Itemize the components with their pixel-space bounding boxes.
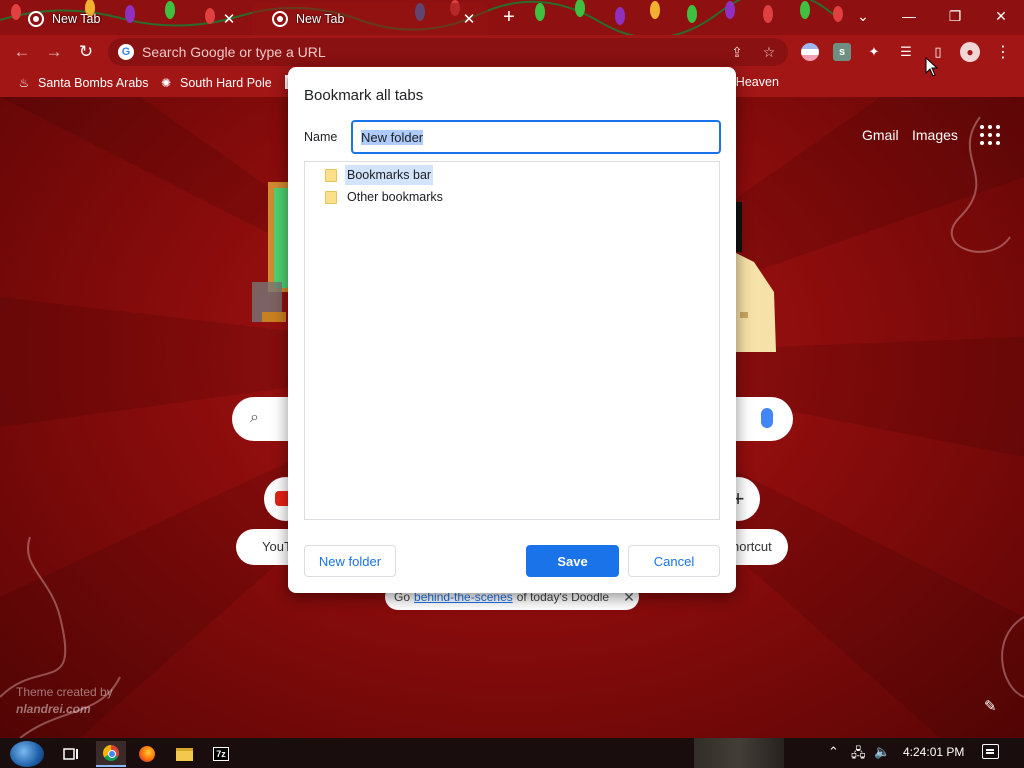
new-folder-button[interactable]: New folder (304, 545, 396, 577)
taskbar-firefox-icon[interactable] (132, 741, 162, 767)
taskbar-thumbnail-preview (694, 738, 784, 768)
taskbar-7zip-icon[interactable]: 7z (206, 741, 236, 767)
folder-icon (325, 190, 337, 204)
folder-label: Other bookmarks (347, 190, 443, 204)
folder-item-other-bookmarks[interactable]: Other bookmarks (325, 186, 445, 208)
save-button[interactable]: Save (526, 545, 619, 577)
folder-tree[interactable]: Bookmarks bar Other bookmarks (304, 161, 720, 520)
folder-label: Bookmarks bar (345, 165, 434, 185)
folder-name-input[interactable] (351, 120, 721, 154)
volume-icon[interactable]: 🔈 (874, 744, 890, 760)
mouse-cursor-icon (925, 57, 939, 77)
bookmark-all-tabs-dialog: Bookmark all tabs Name Bookmarks bar Oth… (288, 67, 736, 593)
taskbar-chrome-icon[interactable] (96, 741, 126, 767)
folder-icon (325, 168, 337, 182)
tray-overflow-chevron-icon[interactable]: ⌃ (828, 744, 839, 760)
windows-taskbar: 7z ⌃ 🖧 🔈 4:24:01 PM (0, 738, 1024, 768)
folder-item-bookmarks-bar[interactable]: Bookmarks bar (325, 164, 434, 186)
taskbar-file-explorer-icon[interactable] (169, 741, 199, 767)
start-orb-icon[interactable] (10, 741, 44, 767)
network-icon[interactable]: 🖧 (851, 744, 866, 766)
cancel-button[interactable]: Cancel (628, 545, 720, 577)
notifications-icon[interactable] (982, 744, 999, 759)
dialog-title: Bookmark all tabs (304, 87, 424, 104)
modal-overlay: Bookmark all tabs Name Bookmarks bar Oth… (0, 0, 1024, 738)
taskbar-clock[interactable]: 4:24:01 PM (903, 745, 964, 759)
seven-zip-label: 7z (213, 747, 229, 761)
name-label: Name (304, 130, 338, 144)
task-view-icon[interactable] (56, 741, 86, 767)
